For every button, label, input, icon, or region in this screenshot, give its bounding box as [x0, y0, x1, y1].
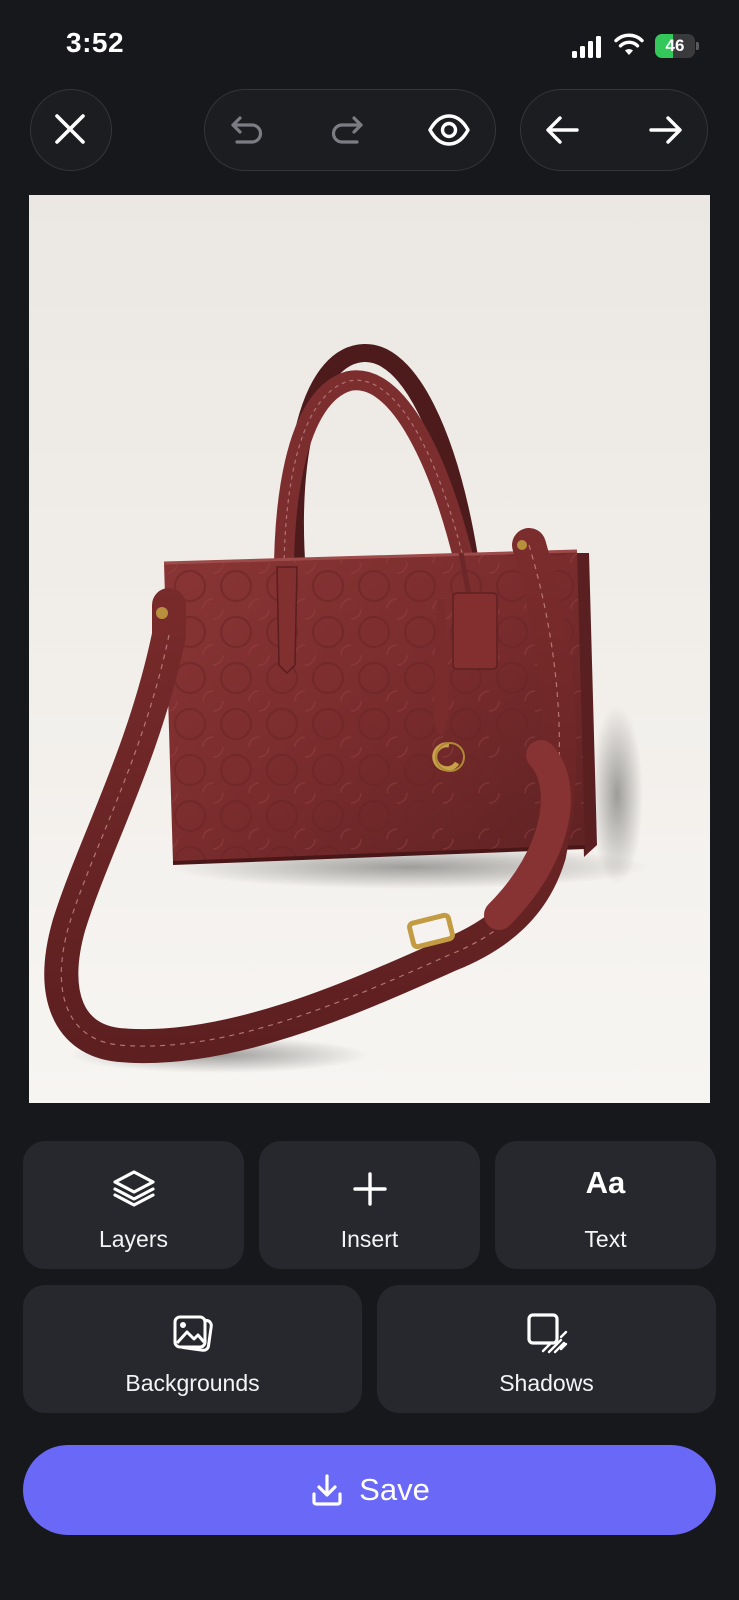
battery-indicator: 46 — [655, 34, 701, 58]
arrow-left-icon[interactable] — [541, 108, 585, 152]
undo-icon[interactable] — [225, 108, 269, 152]
history-preview-group — [204, 89, 496, 171]
battery-level: 46 — [665, 36, 685, 55]
text-label: Text — [584, 1226, 627, 1252]
insert-button[interactable]: Insert — [259, 1141, 480, 1269]
cellular-signal-icon — [572, 36, 601, 58]
arrow-right-icon[interactable] — [643, 108, 687, 152]
backgrounds-label: Backgrounds — [125, 1370, 260, 1396]
layers-button[interactable]: Layers — [23, 1141, 244, 1269]
status-time: 3:52 — [66, 27, 125, 58]
insert-label: Insert — [340, 1226, 399, 1252]
image-canvas[interactable] — [29, 195, 710, 1103]
save-button[interactable]: Save — [23, 1445, 716, 1535]
shadows-label: Shadows — [499, 1370, 594, 1396]
shadows-button[interactable]: Shadows — [377, 1285, 716, 1413]
save-label: Save — [359, 1472, 430, 1507]
shadow-square-icon — [526, 1313, 567, 1354]
images-icon — [173, 1315, 213, 1352]
backgrounds-button[interactable]: Backgrounds — [23, 1285, 362, 1413]
text-button[interactable]: Aa Text — [495, 1141, 716, 1269]
eye-icon[interactable] — [427, 108, 471, 152]
layers-icon — [112, 1170, 155, 1207]
download-icon — [312, 1474, 342, 1506]
text-aa-icon: Aa — [585, 1165, 626, 1200]
handbag-image — [44, 344, 649, 1073]
plus-icon — [352, 1172, 387, 1206]
status-bar: 3:52 46 — [0, 0, 739, 92]
wifi-icon — [614, 33, 644, 55]
layers-label: Layers — [98, 1226, 169, 1252]
close-button[interactable] — [30, 89, 112, 171]
redo-icon[interactable] — [325, 108, 369, 152]
navigation-group — [520, 89, 708, 171]
close-icon — [55, 114, 85, 144]
